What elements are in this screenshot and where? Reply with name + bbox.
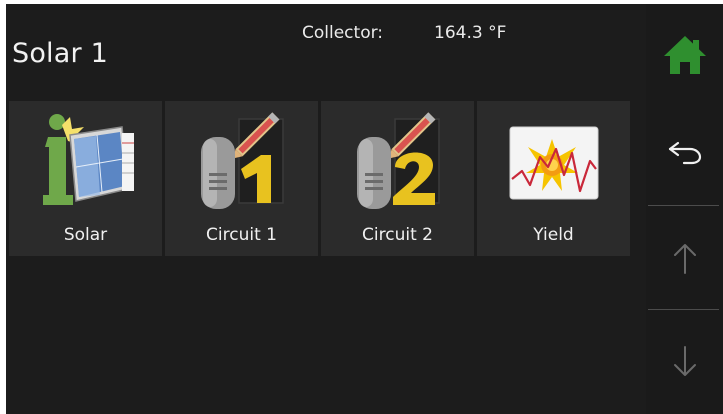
scroll-up-button[interactable]: [646, 226, 723, 290]
tile-circuit-1[interactable]: Circuit 1: [165, 101, 318, 256]
home-icon: [663, 36, 706, 74]
tile-yield-label: Yield: [533, 225, 574, 245]
tile-solar[interactable]: Solar: [9, 101, 162, 256]
arrow-up-icon: [673, 244, 696, 274]
tank-circuit-2-icon: [321, 109, 474, 221]
home-button[interactable]: [646, 26, 723, 84]
tile-circuit-1-label: Circuit 1: [206, 225, 277, 245]
collector-label: Collector:: [302, 23, 384, 43]
tile-yield[interactable]: Yield: [477, 101, 630, 256]
sidebar-divider: [648, 205, 719, 206]
yield-chart-icon: [477, 109, 630, 221]
solar-panel-icon: [9, 109, 162, 221]
collector-value: 164.3 °F: [434, 23, 507, 43]
sidebar-divider: [648, 309, 719, 310]
page-title: Solar 1: [12, 38, 108, 69]
solar-screen: Solar 1 Collector: 164.3 °F Solar Circui…: [6, 4, 723, 414]
sidebar: [646, 4, 723, 414]
tank-circuit-1-icon: [165, 109, 318, 221]
tile-circuit-2-label: Circuit 2: [362, 225, 433, 245]
scroll-down-button[interactable]: [646, 330, 723, 394]
tile-solar-label: Solar: [63, 225, 108, 245]
tile-circuit-2[interactable]: Circuit 2: [321, 101, 474, 256]
back-arrow-icon: [668, 141, 701, 165]
back-button[interactable]: [646, 120, 723, 184]
arrow-down-icon: [673, 346, 696, 376]
